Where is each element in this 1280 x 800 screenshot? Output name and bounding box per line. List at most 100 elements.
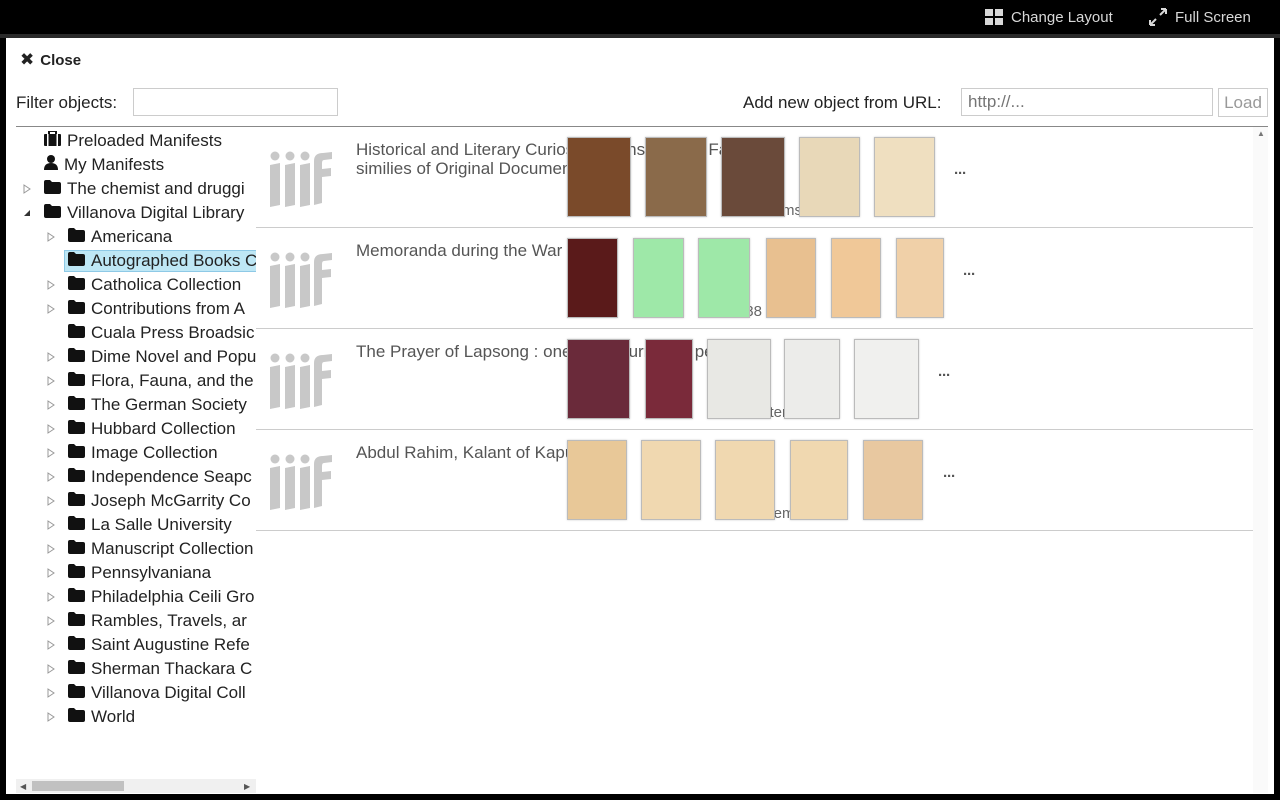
caret-right-icon[interactable]	[45, 711, 57, 723]
full-screen-button[interactable]: Full Screen	[1149, 7, 1251, 27]
tree-node[interactable]: Villanova Digital Coll	[47, 682, 250, 704]
caret-right-icon[interactable]	[45, 423, 57, 435]
caret-down-icon[interactable]	[21, 207, 33, 219]
tree-horizontal-scrollbar[interactable]: ◀ ▶	[16, 779, 256, 793]
page-thumbnail[interactable]	[645, 339, 693, 419]
tree-node-label-wrap: Contributions from A	[64, 298, 249, 320]
tree-node[interactable]: Sherman Thackara C	[47, 658, 256, 680]
tree-node[interactable]: The chemist and druggi	[23, 178, 249, 200]
caret-right-icon[interactable]	[45, 231, 57, 243]
tree-node[interactable]: Joseph McGarrity Co	[47, 490, 255, 512]
tree-node-label-wrap: Pennsylvaniana	[64, 562, 215, 584]
object-list-scrollbar[interactable]: ▲	[1253, 127, 1268, 793]
tree-node-label: Autographed Books C	[91, 251, 256, 270]
object-row[interactable]: The Prayer of Lapsong : one cat's journe…	[256, 329, 1253, 430]
scroll-left-icon[interactable]: ◀	[20, 782, 26, 791]
caret-right-icon[interactable]	[45, 615, 57, 627]
close-button[interactable]: ✖ Close	[20, 50, 81, 70]
page-thumbnail[interactable]	[799, 137, 860, 217]
tree-node[interactable]: Autographed Books C	[64, 250, 256, 272]
tree-node-label-wrap: Dime Novel and Popu	[64, 346, 256, 368]
more-thumbnails-button[interactable]: ···	[938, 367, 951, 384]
tree-node[interactable]: Independence Seapc	[47, 466, 256, 488]
page-thumbnail[interactable]	[790, 440, 848, 520]
caret-right-icon[interactable]	[45, 447, 57, 459]
folder-icon	[68, 323, 85, 343]
scrollbar-thumb[interactable]	[32, 781, 124, 791]
url-input[interactable]	[961, 88, 1213, 116]
page-thumbnail[interactable]	[784, 339, 840, 419]
caret-right-icon[interactable]	[45, 399, 57, 411]
page-thumbnail[interactable]	[896, 238, 944, 318]
caret-right-icon[interactable]	[45, 495, 57, 507]
more-thumbnails-button[interactable]: ···	[963, 266, 976, 283]
page-thumbnail[interactable]	[641, 440, 701, 520]
tree-node[interactable]: Cuala Press Broadsic	[64, 322, 256, 344]
object-row[interactable]: Historical and Literary Curiosities cons…	[256, 127, 1253, 228]
object-title[interactable]: Historical and Literary Curiosities cons…	[356, 140, 776, 178]
tree-node[interactable]: Contributions from A	[47, 298, 249, 320]
caret-right-icon[interactable]	[45, 375, 57, 387]
filter-input[interactable]	[133, 88, 338, 116]
caret-right-icon[interactable]	[45, 687, 57, 699]
scroll-right-icon[interactable]: ▶	[244, 782, 250, 791]
tree-node[interactable]: Preloaded Manifests	[40, 130, 226, 152]
tree-node[interactable]: Rambles, Travels, ar	[47, 610, 251, 632]
object-title[interactable]: Abdul Rahim, Kalant of Kapurthala	[356, 443, 776, 462]
tree-node[interactable]: The German Society	[47, 394, 251, 416]
page-thumbnail[interactable]	[698, 238, 750, 318]
tree-node[interactable]: Dime Novel and Popu	[47, 346, 256, 368]
tree-node[interactable]: Villanova Digital Library	[24, 202, 248, 224]
page-thumbnail[interactable]	[766, 238, 816, 318]
caret-right-icon[interactable]	[45, 591, 57, 603]
caret-right-icon[interactable]	[45, 519, 57, 531]
page-thumbnail[interactable]	[721, 137, 785, 217]
tree-node[interactable]: La Salle University	[47, 514, 236, 536]
tree-node[interactable]: Manuscript Collection	[47, 538, 256, 560]
page-thumbnail[interactable]	[863, 440, 923, 520]
caret-right-icon[interactable]	[21, 183, 33, 195]
tree-node-label-wrap: La Salle University	[64, 514, 236, 536]
folder-icon	[68, 683, 85, 703]
caret-right-icon[interactable]	[45, 543, 57, 555]
object-list: Historical and Literary Curiosities cons…	[256, 127, 1253, 793]
caret-right-icon[interactable]	[45, 351, 57, 363]
tree-node[interactable]: Saint Augustine Refe	[47, 634, 254, 656]
page-thumbnail[interactable]	[567, 238, 618, 318]
more-thumbnails-button[interactable]: ···	[954, 165, 967, 182]
more-thumbnails-button[interactable]: ···	[943, 468, 956, 485]
page-thumbnail[interactable]	[854, 339, 919, 419]
page-thumbnail[interactable]	[633, 238, 684, 318]
tree-node[interactable]: Hubbard Collection	[47, 418, 240, 440]
object-row[interactable]: Abdul Rahim, Kalant of Kapurthala 42 ite…	[256, 430, 1253, 531]
page-thumbnail[interactable]	[715, 440, 775, 520]
caret-right-icon[interactable]	[45, 663, 57, 675]
tree-node[interactable]: My Manifests	[40, 154, 168, 176]
page-thumbnail[interactable]	[874, 137, 935, 217]
page-thumbnail[interactable]	[567, 137, 631, 217]
tree-node[interactable]: Flora, Fauna, and the	[47, 370, 256, 392]
caret-right-icon[interactable]	[45, 471, 57, 483]
caret-right-icon[interactable]	[45, 279, 57, 291]
tree-node[interactable]: Philadelphia Ceili Gro	[47, 586, 256, 608]
tree-node[interactable]: Catholica Collection	[47, 274, 245, 296]
scroll-up-icon[interactable]: ▲	[1257, 129, 1265, 138]
page-thumbnail[interactable]	[645, 137, 707, 217]
tree-node[interactable]: World	[47, 706, 139, 728]
page-thumbnail[interactable]	[831, 238, 881, 318]
page-thumbnail[interactable]	[707, 339, 771, 419]
page-thumbnail[interactable]	[567, 440, 627, 520]
grid-icon	[985, 9, 1003, 25]
tree-node[interactable]: Americana	[47, 226, 176, 248]
tree-node[interactable]: Image Collection	[47, 442, 222, 464]
load-button[interactable]: Load	[1218, 88, 1268, 117]
folder-icon	[68, 467, 85, 487]
tree-node-label-wrap: Preloaded Manifests	[40, 130, 226, 152]
change-layout-button[interactable]: Change Layout	[985, 7, 1113, 27]
tree-node[interactable]: Pennsylvaniana	[47, 562, 215, 584]
caret-right-icon[interactable]	[45, 567, 57, 579]
page-thumbnail[interactable]	[567, 339, 630, 419]
caret-right-icon[interactable]	[45, 303, 57, 315]
object-row[interactable]: Memoranda during the War 88 items ···	[256, 228, 1253, 329]
caret-right-icon[interactable]	[45, 639, 57, 651]
